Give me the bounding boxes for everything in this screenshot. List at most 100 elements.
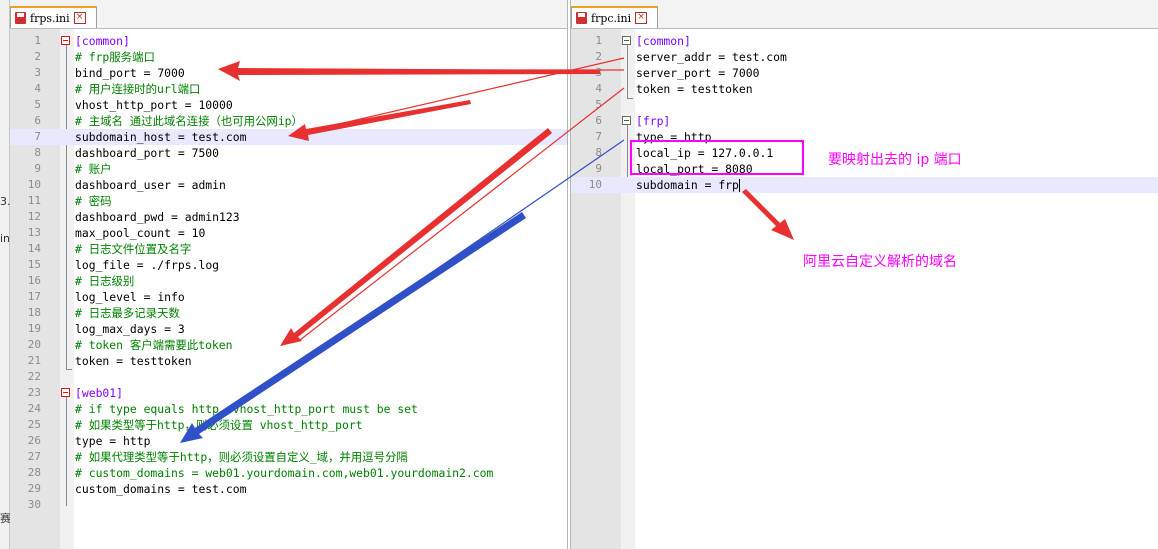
code-line[interactable]: 4 token = testtoken: [571, 81, 1158, 97]
line-number: 1: [595, 34, 602, 47]
right-code-editor[interactable]: 1 [common] 2 server_addr = test.com 3 server_…: [571, 29, 1158, 549]
config-entry: dashboard_pwd = admin123: [75, 210, 240, 224]
code-line[interactable]: 3 server_port = 7000: [571, 65, 1158, 81]
line-number: 2: [595, 50, 602, 63]
tab-frps-ini[interactable]: frps.ini ×: [10, 6, 97, 28]
config-entry: custom_domains = test.com: [75, 482, 247, 496]
comment-text: # 主域名 通过此域名连接（也可用公网ip）: [75, 114, 303, 128]
line-number: 1: [34, 34, 41, 47]
comment-text: # 如果代理类型等于http，则必须设置自定义_域，并用逗号分隔: [75, 450, 408, 464]
code-line[interactable]: 11 # 密码: [10, 193, 567, 209]
left-window-edge: [0, 0, 10, 549]
left-code-editor[interactable]: 1 [common] 2 # frp服务端口 3 bind_port = 7000 4 # 用…: [10, 29, 567, 549]
code-line[interactable]: 4 # 用户连接时的url端口: [10, 81, 567, 97]
line-number: 23: [27, 386, 41, 399]
tab-close-icon[interactable]: ×: [635, 12, 648, 24]
config-entry: bind_port = 7000: [75, 66, 185, 80]
config-key: vhost_http_port: [75, 98, 178, 112]
line-number: 4: [34, 82, 41, 95]
section-header: [web01]: [75, 386, 124, 400]
line-number: 26: [27, 434, 41, 447]
code-line[interactable]: 29 custom_domains = test.com: [10, 481, 567, 497]
line-number: 17: [27, 290, 41, 303]
code-line[interactable]: 23 [web01]: [10, 385, 567, 401]
config-value: admin: [191, 178, 226, 192]
code-line[interactable]: 21 token = testtoken: [10, 353, 567, 369]
code-line[interactable]: 16 # 日志级别: [10, 273, 567, 289]
comment-text: # custom_domains = web01.yourdomain.com,…: [75, 466, 494, 480]
config-key: custom_domains: [75, 482, 172, 496]
code-line[interactable]: 5 vhost_http_port = 10000: [10, 97, 567, 113]
code-line[interactable]: 12 dashboard_pwd = admin123: [10, 209, 567, 225]
code-line[interactable]: 19 log_max_days = 3: [10, 321, 567, 337]
right-tab-bar: frpc.ini ×: [571, 0, 1158, 29]
code-line[interactable]: 26 type = http: [10, 433, 567, 449]
config-entry: subdomain = frp: [636, 178, 740, 192]
domain-annotation: 阿里云自定义解析的域名: [803, 254, 957, 270]
line-number: 30: [27, 498, 41, 511]
code-line[interactable]: 10 dashboard_user = admin: [10, 177, 567, 193]
code-line[interactable]: 24 # if type equals http, vhost_http_port…: [10, 401, 567, 417]
right-editor-pane: frpc.ini × 1 [common] 2 server_addr = test.…: [570, 0, 1158, 549]
code-line[interactable]: 14 # 日志文件位置及名字: [10, 241, 567, 257]
ip-port-highlight-box: [630, 140, 804, 175]
line-number: 8: [595, 146, 602, 159]
code-line[interactable]: 30: [10, 497, 567, 513]
save-file-icon: [15, 12, 26, 24]
code-line[interactable]: 25 # 如果类型等于http，则必须设置 vhost_http_port: [10, 417, 567, 433]
code-line[interactable]: 6 [frp]: [571, 113, 1158, 129]
tab-close-icon[interactable]: ×: [73, 12, 86, 24]
config-key: max_pool_count: [75, 226, 172, 240]
code-line[interactable]: 13 max_pool_count = 10: [10, 225, 567, 241]
config-entry: dashboard_user = admin: [75, 178, 226, 192]
config-key: server_port: [636, 66, 712, 80]
line-number: 3: [595, 66, 602, 79]
code-line[interactable]: 15 log_file = ./frps.log: [10, 257, 567, 273]
code-line[interactable]: 17 log_level = info: [10, 289, 567, 305]
line-number: 22: [27, 370, 41, 383]
config-entry: log_level = info: [75, 290, 185, 304]
tab-frpc-ini[interactable]: frpc.ini ×: [571, 6, 658, 28]
code-line[interactable]: 20 # token 客户端需要此token: [10, 337, 567, 353]
code-line[interactable]: 1 [common]: [571, 33, 1158, 49]
config-value: 7000: [157, 66, 185, 80]
code-line[interactable]: 22: [10, 369, 567, 385]
code-lines: 1 [common] 2 # frp服务端口 3 bind_port = 7000 4 # 用…: [10, 33, 567, 513]
code-line[interactable]: 6 # 主域名 通过此域名连接（也可用公网ip）: [10, 113, 567, 129]
config-value: 3: [177, 322, 185, 336]
comment-text: # token 客户端需要此token: [75, 338, 233, 352]
text-cursor: [738, 179, 740, 192]
line-number: 6: [34, 114, 41, 127]
tab-label: frps.ini: [30, 11, 70, 25]
line-number: 9: [34, 162, 41, 175]
config-entry: server_port = 7000: [636, 66, 760, 80]
config-value: info: [157, 290, 185, 304]
ip-port-annotation: 要映射出去的 ip 端口: [828, 152, 962, 168]
comment-text: # 账户: [75, 162, 112, 176]
config-entry: log_max_days = 3: [75, 322, 185, 336]
code-line[interactable]: 5: [571, 97, 1158, 113]
config-value: http: [123, 434, 151, 448]
section-header: [frp]: [636, 114, 671, 128]
config-value: test.com: [191, 482, 247, 496]
line-number: 11: [27, 194, 41, 207]
code-line[interactable]: 9 # 账户: [10, 161, 567, 177]
code-line[interactable]: 10 subdomain = frp: [571, 177, 1158, 193]
left-editor-pane: frps.ini × 1 [common] 2 # frp服务端口 3 bind_port…: [10, 0, 568, 549]
code-line[interactable]: 2 # frp服务端口: [10, 49, 567, 65]
section-header: [common]: [75, 34, 130, 48]
line-number: 9: [595, 162, 602, 175]
config-key: dashboard_port: [75, 146, 172, 160]
code-line[interactable]: 18 # 日志最多记录天数: [10, 305, 567, 321]
code-line[interactable]: 27 # 如果代理类型等于http，则必须设置自定义_域，并用逗号分隔: [10, 449, 567, 465]
code-line[interactable]: 3 bind_port = 7000: [10, 65, 567, 81]
code-line[interactable]: 2 server_addr = test.com: [571, 49, 1158, 65]
code-line[interactable]: 7 subdomain_host = test.com: [10, 129, 567, 145]
code-line[interactable]: 1 [common]: [10, 33, 567, 49]
config-key: subdomain_host: [75, 130, 172, 144]
code-line[interactable]: 8 dashboard_port = 7500: [10, 145, 567, 161]
line-number: 5: [34, 98, 41, 111]
line-number: 7: [595, 130, 602, 143]
code-line[interactable]: 28 # custom_domains = web01.yourdomain.co…: [10, 465, 567, 481]
line-number: 4: [595, 82, 602, 95]
